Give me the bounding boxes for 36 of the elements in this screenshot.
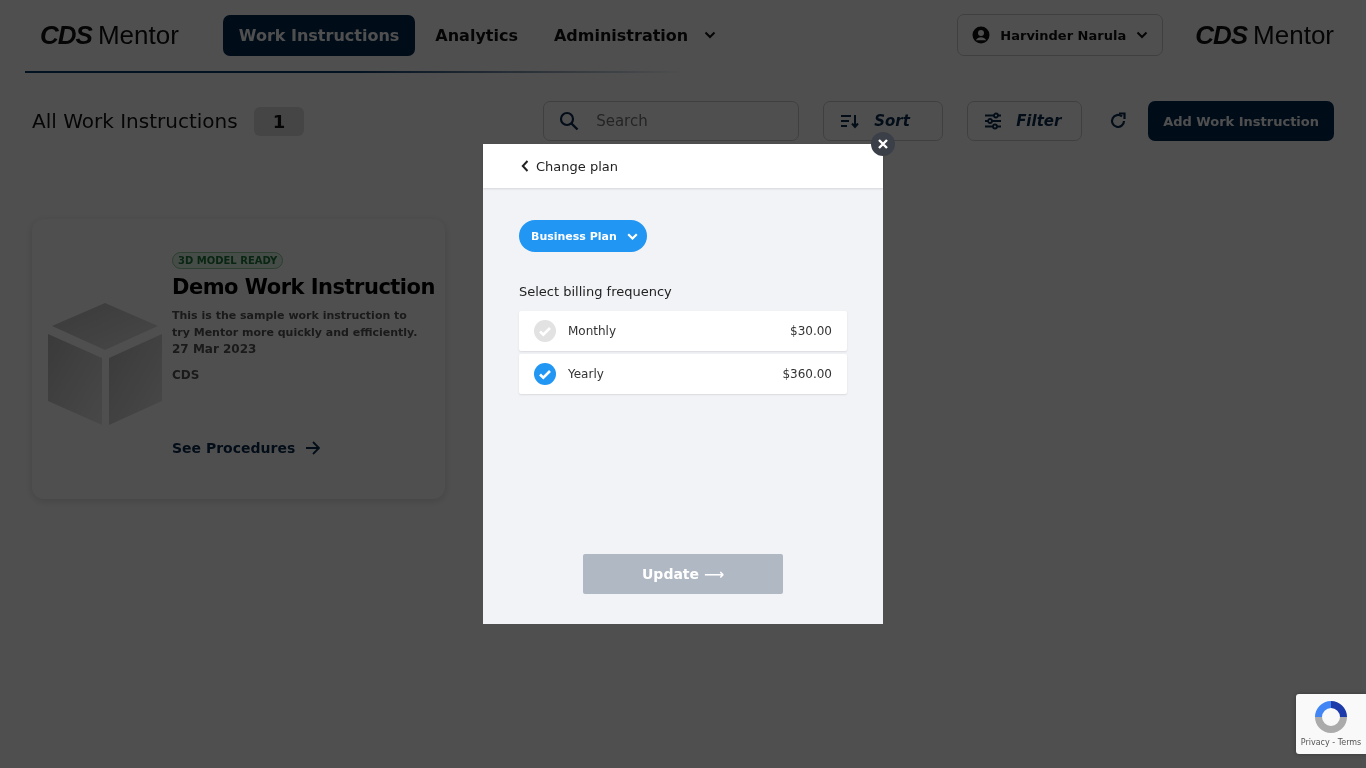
arrow-right-icon [305,441,322,455]
chevron-down-icon [1136,31,1149,39]
nav-tab[interactable]: Work Instructions [222,14,416,56]
add-work-instruction-button[interactable]: Add Work Instruction [1148,101,1334,141]
logo-mark: CDS [1195,19,1248,51]
billing-option[interactable]: Yearly $360.00 [519,354,847,394]
plan-dropdown[interactable]: Business Plan [519,220,647,252]
billing-option[interactable]: Monthly $30.00 [519,311,847,351]
logo-name: Mentor [1253,19,1334,51]
chevron-down-icon [704,31,717,39]
chevron-down-icon [626,232,638,240]
option-price: $30.00 [790,324,832,338]
user-menu-button[interactable]: Harvinder Narula [957,14,1164,56]
see-procedures-link[interactable]: See Procedures [172,440,322,456]
nav-tab[interactable]: Administration [537,14,733,56]
nav-tab[interactable]: Analytics [419,14,534,56]
user-avatar-icon [972,26,991,44]
close-icon [878,139,888,149]
option-price: $360.00 [782,367,832,381]
logo-mark: CDS [40,19,92,51]
sort-button[interactable]: Sort [823,101,944,141]
privacy-terms-text: Privacy - Terms [1300,738,1362,747]
page-title: All Work Instructions [32,109,238,133]
sliders-icon [984,112,1003,130]
sort-icon [840,113,861,129]
status-badge: 3D MODEL READY [172,252,284,269]
option-label: Yearly [568,367,604,381]
search-icon [559,111,580,131]
card-title: Demo Work Instruction [172,275,435,299]
billing-frequency-label: Select billing frequency [519,284,673,299]
count-badge: 1 [253,106,305,136]
option-label: Monthly [568,324,617,338]
chevron-left-icon [521,160,529,172]
filter-button[interactable]: Filter [967,101,1083,141]
logo-name: Mentor [97,19,179,51]
back-button[interactable]: Change plan [521,158,618,174]
